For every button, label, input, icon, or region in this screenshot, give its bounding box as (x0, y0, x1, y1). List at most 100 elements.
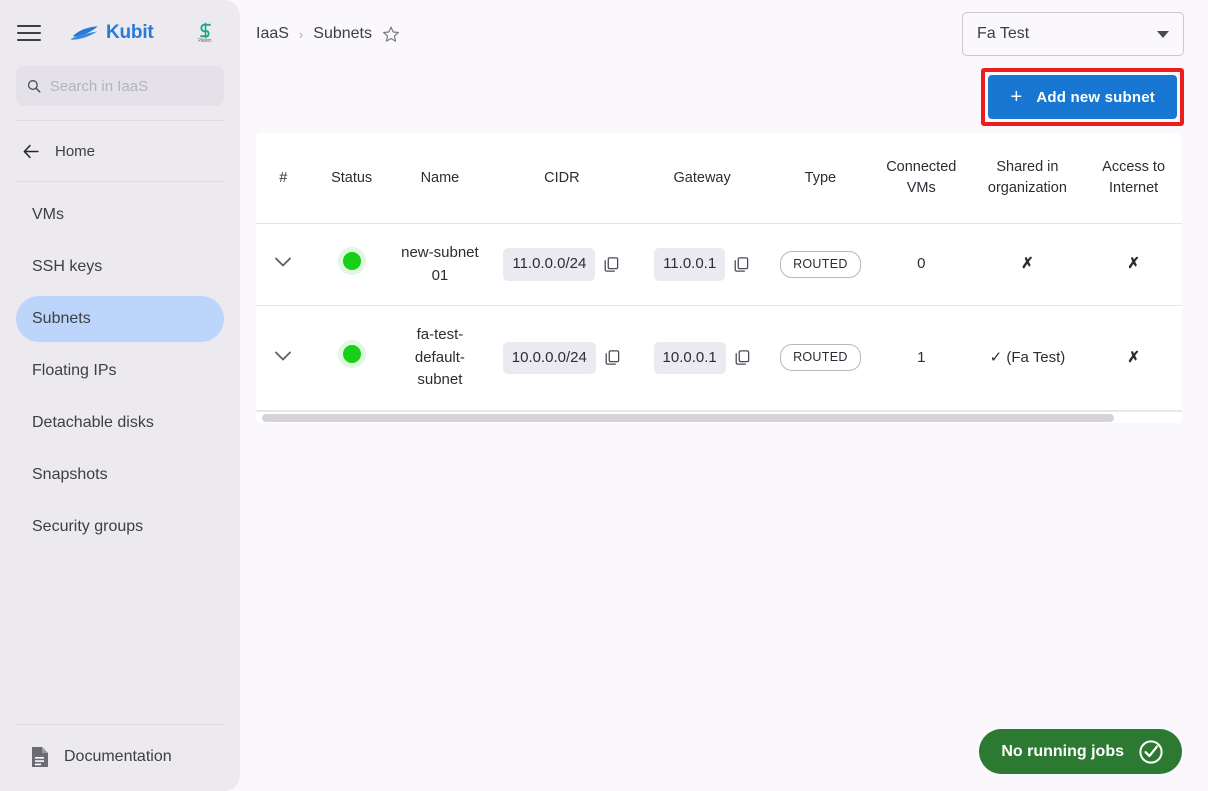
table-row[interactable]: fa-test-default-subnet 10.0.0.0/24 10.0.… (256, 305, 1182, 411)
documentation-link[interactable]: Documentation (0, 741, 240, 773)
column-header-status: Status (310, 133, 393, 225)
row-status-cell (310, 305, 393, 411)
row-connected-vms: 0 (872, 223, 970, 307)
row-status-cell (310, 223, 393, 307)
copy-icon[interactable] (603, 256, 620, 273)
breadcrumb-root[interactable]: IaaS (256, 25, 289, 43)
row-connected-vms: 1 (872, 305, 970, 411)
favorite-star-icon[interactable] (382, 25, 400, 43)
row-type-cell: ROUTED (767, 223, 873, 307)
chevron-down-icon (1157, 30, 1169, 38)
app-root: Kubit Pikoinn Search in IaaS Home VMs SS… (0, 0, 1208, 791)
column-header-name: Name (392, 133, 488, 225)
sidebar-item-label: Snapshots (32, 466, 108, 483)
sidebar-item-security-groups[interactable]: Security groups (16, 504, 224, 550)
sidebar-item-detachable-disks[interactable]: Detachable disks (16, 400, 224, 446)
sidebar-item-snapshots[interactable]: Snapshots (16, 452, 224, 498)
copy-icon[interactable] (604, 349, 621, 366)
scrollbar-thumb[interactable] (262, 413, 1114, 422)
sidebar-item-label: Subnets (32, 310, 91, 327)
sidebar-item-label: Floating IPs (32, 362, 117, 379)
sidebar-item-ssh-keys[interactable]: SSH keys (16, 244, 224, 290)
row-cidr-cell: 10.0.0.0/24 (487, 305, 637, 411)
jobs-status-label: No running jobs (1001, 742, 1124, 760)
top-bar: IaaS › Subnets Fa Test (240, 0, 1208, 68)
add-subnet-highlight: + Add new subnet (981, 68, 1184, 126)
search-input[interactable] (49, 77, 214, 95)
sidebar-item-subnets[interactable]: Subnets (16, 296, 224, 342)
breadcrumb-separator: › (298, 26, 304, 42)
status-indicator-active (342, 251, 361, 270)
sidebar-divider-footer (16, 724, 224, 725)
sidebar-header: Kubit Pikoinn (0, 0, 240, 66)
chevron-down-icon[interactable] (274, 347, 292, 370)
row-type-cell: ROUTED (767, 305, 873, 411)
action-row: + Add new subnet (240, 68, 1208, 128)
row-shared-flag: ✓ (Fa Test) (969, 305, 1086, 411)
table-body: new-subnet 01 11.0.0.0/24 11.0.0.1 ROUTE… (256, 223, 1182, 411)
row-internet-flag: ✗ (1085, 305, 1182, 411)
row-name: new-subnet 01 (392, 223, 488, 307)
row-gateway-cell: 11.0.0.1 (636, 223, 768, 307)
breadcrumb-current[interactable]: Subnets (313, 25, 372, 43)
row-name: fa-test-default-subnet (392, 305, 488, 411)
row-cidr-value: 11.0.0.0/24 (503, 248, 596, 281)
row-cidr-value: 10.0.0.0/24 (502, 341, 596, 375)
sidebar-item-label: SSH keys (32, 258, 103, 275)
sidebar: Kubit Pikoinn Search in IaaS Home VMs SS… (0, 0, 240, 791)
main-content: IaaS › Subnets Fa Test + Add new subnet (240, 0, 1208, 791)
row-internet-flag: ✗ (1085, 223, 1182, 307)
sidebar-item-label: Security groups (32, 518, 144, 535)
jobs-status-badge[interactable]: No running jobs (979, 729, 1182, 774)
table-row[interactable]: new-subnet 01 11.0.0.0/24 11.0.0.1 ROUTE… (256, 223, 1182, 307)
document-icon (32, 747, 48, 767)
row-expand-cell (256, 305, 311, 411)
status-indicator-active (342, 345, 361, 364)
chevron-down-icon[interactable] (274, 253, 292, 276)
check-circle-icon (1139, 739, 1163, 764)
column-header-type: Type (767, 133, 873, 225)
partner-caption: Pikoinn (198, 37, 212, 44)
breadcrumb: IaaS › Subnets (256, 25, 400, 43)
sidebar-item-home[interactable]: Home (0, 129, 240, 173)
brand-logo[interactable]: Kubit (70, 22, 154, 44)
sidebar-item-label: Detachable disks (32, 414, 154, 431)
hamburger-icon[interactable] (14, 18, 44, 48)
column-header-connected-vms: Connected VMs (872, 133, 970, 225)
column-header-index: # (256, 133, 311, 225)
row-gateway-value: 10.0.0.1 (653, 341, 726, 375)
subnets-table-card: # Status Name CIDR Gateway Type Connecte… (256, 133, 1182, 423)
partner-logo[interactable]: Pikoinn (190, 16, 220, 50)
organization-select[interactable]: Fa Test (962, 12, 1184, 56)
table-horizontal-scrollbar[interactable] (256, 410, 1182, 423)
column-header-shared: Shared in organization (969, 133, 1086, 225)
sidebar-item-vms[interactable]: VMs (16, 192, 224, 238)
brand-name: Kubit (106, 22, 154, 43)
sidebar-item-floating-ips[interactable]: Floating IPs (16, 348, 224, 394)
copy-icon[interactable] (733, 256, 750, 273)
type-badge: ROUTED (780, 251, 861, 278)
row-gateway-value: 11.0.0.1 (654, 248, 726, 281)
plus-icon: + (1010, 86, 1023, 108)
organization-select-value: Fa Test (977, 25, 1030, 42)
copy-icon[interactable] (734, 349, 751, 366)
add-new-subnet-label: Add new subnet (1036, 88, 1155, 106)
search-container (0, 66, 240, 106)
type-badge: ROUTED (780, 344, 861, 372)
row-shared-flag: ✗ (969, 223, 1086, 307)
table-header-row: # Status Name CIDR Gateway Type Connecte… (256, 133, 1182, 225)
documentation-label: Documentation (64, 748, 172, 765)
column-header-internet: Access to Internet (1085, 133, 1182, 225)
row-expand-cell (256, 223, 311, 307)
sidebar-divider-nav (16, 181, 224, 182)
sidebar-divider-top (16, 120, 224, 121)
sidebar-item-label: VMs (32, 206, 64, 223)
sidebar-nav: VMs SSH keys Subnets Floating IPs Detach… (0, 192, 240, 556)
column-header-gateway: Gateway (636, 133, 768, 225)
table-header: # Status Name CIDR Gateway Type Connecte… (256, 133, 1182, 225)
boat-logo-icon (70, 26, 98, 40)
home-label: Home (55, 142, 96, 160)
subnets-table: # Status Name CIDR Gateway Type Connecte… (256, 133, 1182, 411)
search-box[interactable] (16, 66, 224, 106)
add-new-subnet-button[interactable]: + Add new subnet (988, 75, 1177, 119)
